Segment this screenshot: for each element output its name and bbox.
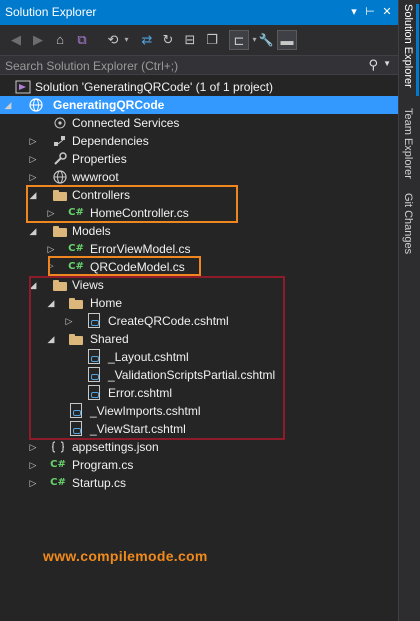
solution-icon — [15, 79, 31, 95]
search-placeholder: Search Solution Explorer (Ctrl+;) — [5, 59, 179, 73]
tree-item-appsettings[interactable]: ▷ appsettings.json — [0, 438, 398, 456]
tab-solution-explorer[interactable]: Solution Explorer — [402, 4, 414, 88]
search-options-dropdown-icon[interactable]: ▼ — [383, 59, 391, 68]
tree-item-program[interactable]: ▷ C# Program.cs — [0, 456, 398, 474]
tree-item-solution[interactable]: Solution 'GeneratingQRCode' (1 of 1 proj… — [0, 78, 398, 96]
properties-wrench-icon[interactable]: 🔧 — [256, 30, 276, 50]
tab-team-explorer[interactable]: Team Explorer — [402, 108, 414, 179]
collapse-all-icon[interactable]: ⊟ — [180, 30, 200, 50]
tree-item-connected-services[interactable]: Connected Services — [0, 114, 398, 132]
tree-item-dependencies[interactable]: ▷ Dependencies — [0, 132, 398, 150]
tree-item-label: appsettings.json — [72, 440, 159, 454]
tree-item-label: Startup.cs — [72, 476, 127, 490]
highlight-box-qrcode-model — [48, 256, 201, 276]
collapsed-arrow-icon[interactable]: ▷ — [27, 438, 39, 456]
tree-item-properties[interactable]: ▷ Properties — [0, 150, 398, 168]
tree-item-project[interactable]: ◢ GeneratingQRCode — [0, 96, 398, 114]
properties-wrench-icon — [52, 151, 68, 167]
tree-item-wwwroot[interactable]: ▷ wwwroot — [0, 168, 398, 186]
search-icon[interactable]: ⚲ — [368, 57, 378, 73]
window-title: Solution Explorer — [5, 5, 97, 19]
highlight-box-views — [29, 276, 285, 440]
connected-services-icon — [52, 115, 68, 131]
folder-open-icon — [52, 223, 68, 239]
tab-git-changes[interactable]: Git Changes — [402, 193, 414, 254]
sync-with-document-icon[interactable]: ⇄ — [137, 30, 157, 50]
tree-item-label: Models — [72, 224, 111, 238]
show-all-files-icon[interactable]: ❐ — [202, 30, 222, 50]
tree-item-startup[interactable]: ▷ C# Startup.cs — [0, 474, 398, 492]
globe-icon — [52, 169, 68, 185]
pending-changes-filter-icon[interactable]: ⟲ — [103, 30, 123, 50]
collapsed-arrow-icon[interactable]: ▷ — [27, 132, 39, 150]
window-position-dropdown-icon[interactable]: ▾ — [346, 3, 362, 21]
csharp-file-icon: C# — [50, 459, 66, 470]
pending-changes-dropdown-icon[interactable]: ▾ — [122, 30, 131, 50]
refresh-icon[interactable]: ↻ — [158, 30, 178, 50]
tree-item-label: Connected Services — [72, 116, 180, 130]
active-tab-indicator — [416, 4, 419, 96]
toolbar: ◀ ▶ ⌂ ⧉ ⟲ ▾ ⇄ ↻ ⊟ ❐ ⊏ ▾ 🔧 ▬ — [0, 25, 398, 55]
tree-item-label: Properties — [72, 152, 127, 166]
tree-item-models[interactable]: ◢ Models — [0, 222, 398, 240]
search-box[interactable]: Search Solution Explorer (Ctrl+;) ⚲ ▼ — [0, 55, 398, 75]
forward-icon[interactable]: ▶ — [28, 30, 48, 50]
expanded-arrow-icon[interactable]: ◢ — [27, 222, 39, 240]
collapsed-arrow-icon[interactable]: ▷ — [27, 456, 39, 474]
tree-item-label: Program.cs — [72, 458, 134, 472]
tree-item-label: Dependencies — [72, 134, 149, 148]
home-icon[interactable]: ⌂ — [50, 30, 70, 50]
back-icon[interactable]: ◀ — [6, 30, 26, 50]
tree-item-label: ErrorViewModel.cs — [90, 242, 191, 256]
side-tab-strip: Solution Explorer Team Explorer Git Chan… — [398, 0, 420, 621]
watermark-text: www.compilemode.com — [43, 548, 208, 564]
highlight-box-controllers — [26, 185, 238, 223]
preview-selected-items-icon[interactable]: ▬ — [277, 30, 297, 50]
collapsed-arrow-icon[interactable]: ▷ — [27, 150, 39, 168]
tree-item-label: wwwroot — [72, 170, 119, 184]
switch-views-icon[interactable]: ⧉ — [72, 30, 92, 50]
expanded-arrow-icon[interactable]: ◢ — [2, 96, 14, 114]
title-bar: Solution Explorer ▾ ⊢ ✕ — [0, 0, 398, 25]
csharp-file-icon: C# — [50, 477, 66, 488]
web-project-icon — [28, 97, 44, 113]
collapsed-arrow-icon[interactable]: ▷ — [27, 474, 39, 492]
collapsed-arrow-icon[interactable]: ▷ — [27, 168, 39, 186]
autohide-pin-icon[interactable]: ⊢ — [362, 3, 378, 21]
tree-view-icon[interactable]: ⊏ — [229, 30, 249, 50]
project-label: GeneratingQRCode — [53, 98, 165, 112]
solution-explorer-panel: Solution Explorer ▾ ⊢ ✕ ◀ ▶ ⌂ ⧉ ⟲ ▾ ⇄ ↻ … — [0, 0, 398, 621]
dependencies-icon — [52, 133, 68, 149]
close-icon[interactable]: ✕ — [379, 3, 395, 21]
json-file-icon — [50, 439, 66, 455]
csharp-file-icon: C# — [68, 243, 84, 254]
solution-label: Solution 'GeneratingQRCode' (1 of 1 proj… — [35, 80, 274, 94]
